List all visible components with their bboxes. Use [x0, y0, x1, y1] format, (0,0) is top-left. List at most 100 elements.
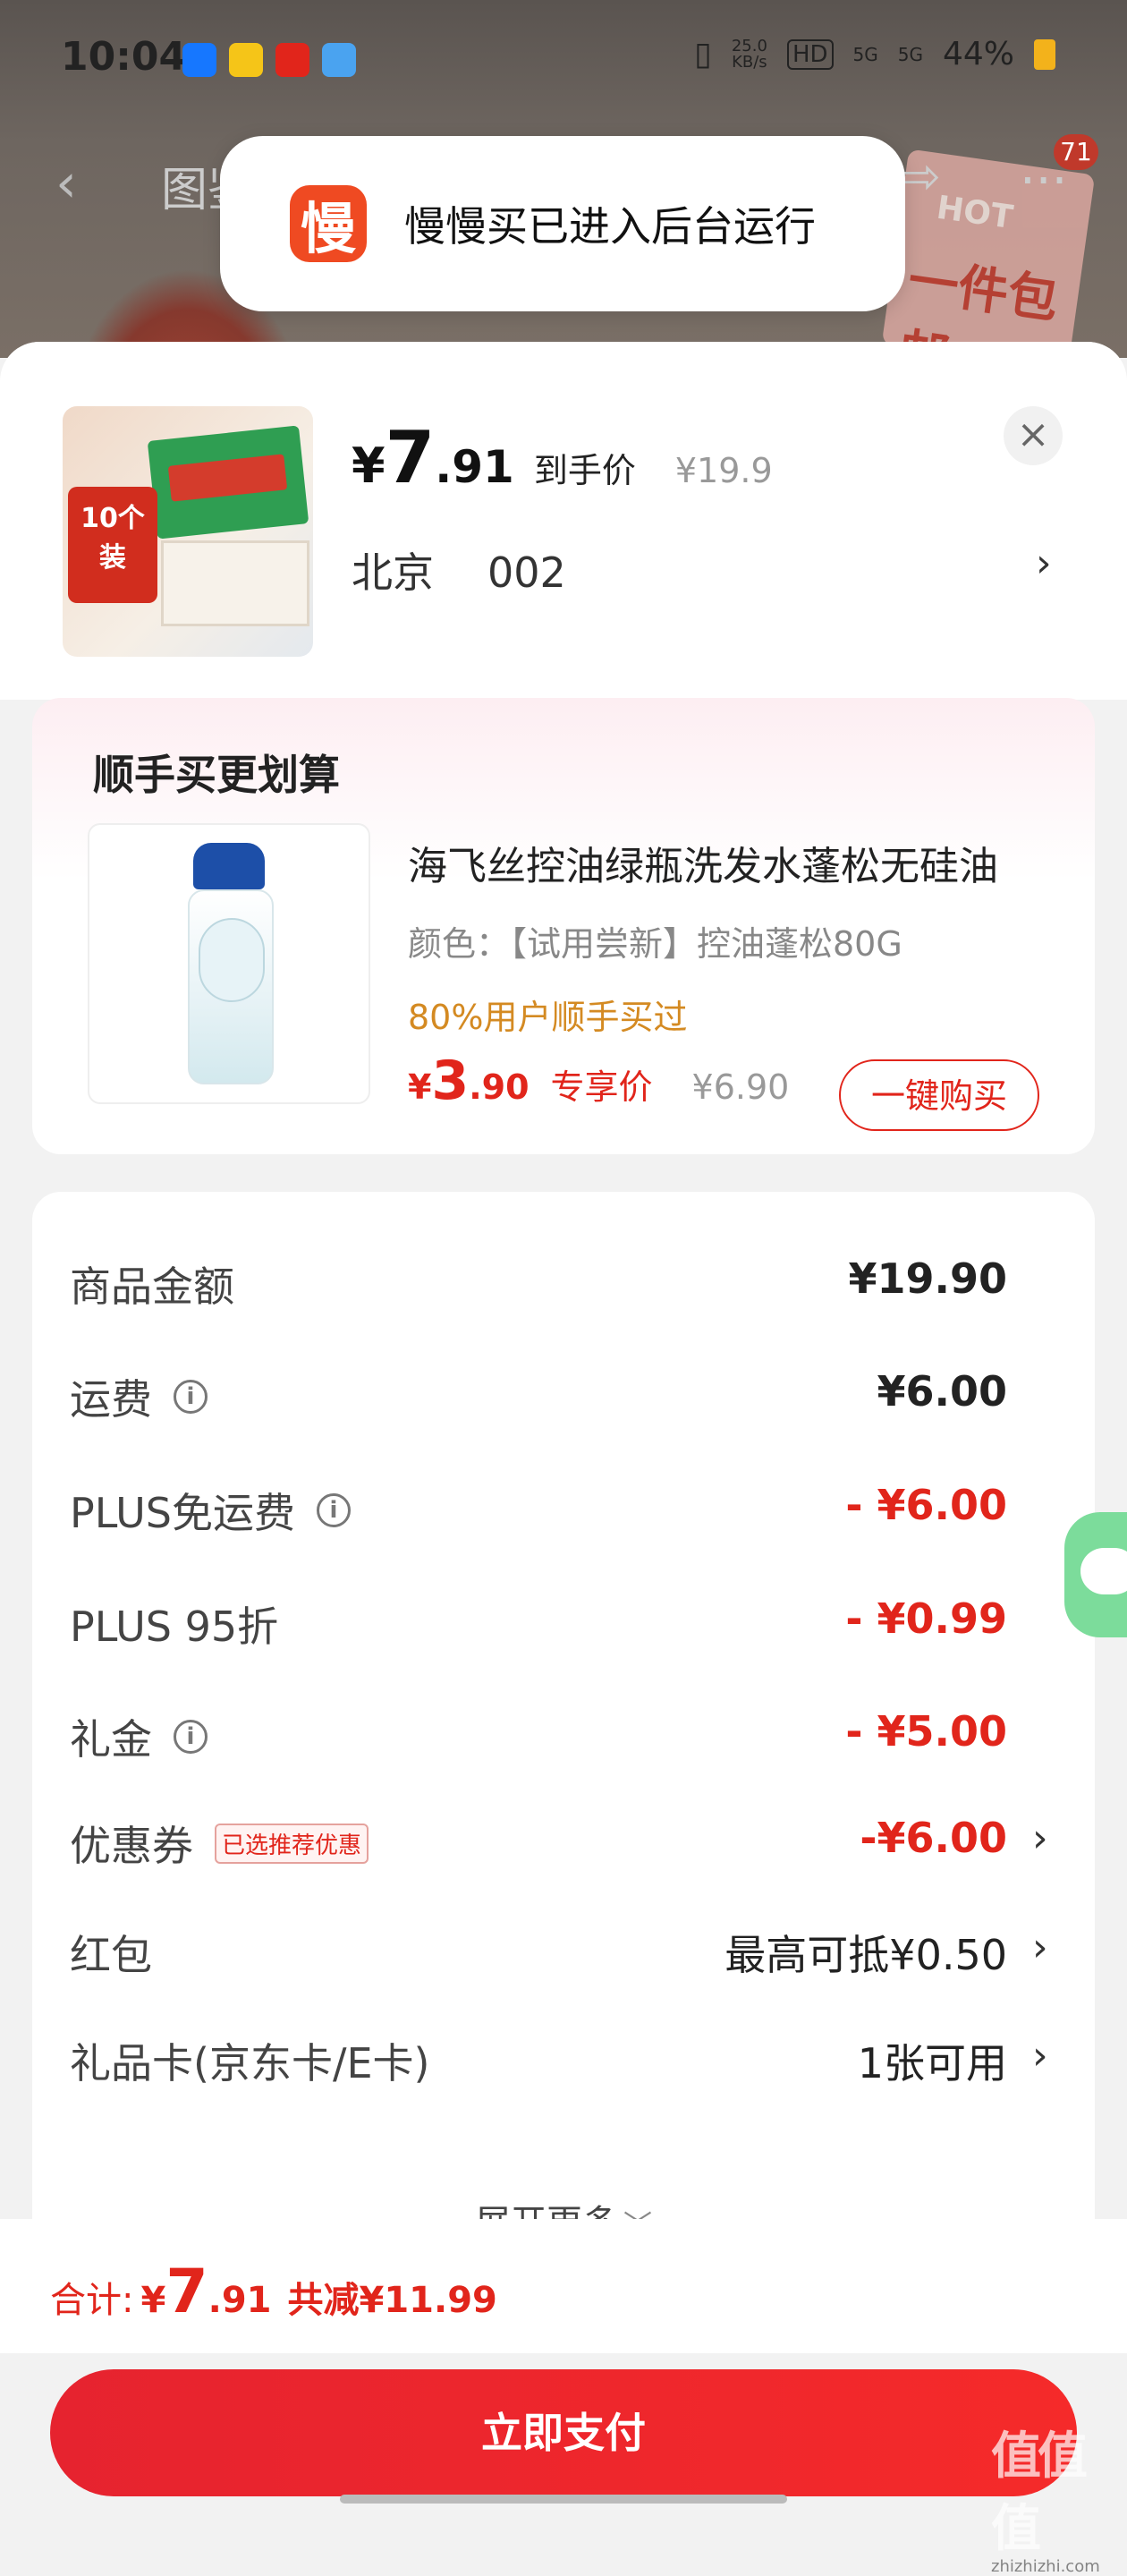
price-decimal: .91 — [435, 441, 514, 493]
total-saved: 共减¥11.99 — [287, 2280, 497, 2321]
cost-row-label-text: PLUS 95折 — [70, 1603, 279, 1651]
address-city: 北京 — [352, 548, 434, 597]
total-label: 合计: — [50, 2280, 134, 2321]
cost-row-label: 优惠券 已选推荐优惠 — [70, 1814, 369, 1873]
cost-row-value: ¥19.90 — [848, 1254, 1007, 1303]
price-decimal: .90 — [469, 1067, 530, 1107]
cost-breakdown-card: 商品金额 ¥19.90 运费 i ¥6.00 PLUS免运费 i - ¥6.00 PLUS 95… — [32, 1192, 1095, 2248]
manmanmai-app-icon: 慢 — [290, 185, 367, 262]
vibrate-icon: ▯ — [694, 36, 712, 72]
original-price: ¥6.90 — [691, 1067, 790, 1107]
cost-row-label: PLUS免运费 i — [70, 1481, 351, 1540]
price-symbol: ¥ — [352, 438, 386, 494]
cost-row-value: ¥6.00 — [877, 1367, 1007, 1416]
cost-row-label-text: 红包 — [70, 1931, 152, 1979]
delivery-address[interactable]: 北京 002 — [352, 540, 566, 599]
toast-text: 慢慢买已进入后台运行 — [404, 202, 816, 251]
info-icon[interactable]: i — [174, 1380, 208, 1414]
chevron-right-icon[interactable]: › — [1032, 1815, 1048, 1861]
hot-badge-big-text: 一件包邮 — [894, 251, 1062, 358]
cross-sell-social-proof: 80%用户顺手买过 — [408, 998, 688, 1037]
shampoo-image[interactable] — [88, 823, 370, 1104]
status-time: 10:04 — [61, 34, 187, 80]
cost-row: PLUS 95折 - ¥0.99 — [32, 1578, 1095, 1659]
cost-row: 礼金 i - ¥5.00 — [32, 1691, 1095, 1772]
chevron-right-icon[interactable]: › — [1036, 540, 1052, 586]
cost-row-label: 礼品卡(京东卡/E卡) — [70, 2031, 429, 2090]
home-indicator — [340, 2495, 787, 2504]
total-decimal: .91 — [208, 2280, 272, 2321]
price-label: 专享价 — [550, 1067, 653, 1107]
hd-icon: HD — [786, 38, 834, 70]
final-price: ¥ 7 .91 到手价 ¥19.9 — [352, 416, 773, 499]
cost-row-label-text: 礼品卡(京东卡/E卡) — [70, 2039, 430, 2087]
total-integer: 7 — [165, 2257, 208, 2327]
cost-row-value: 1张可用 — [857, 2039, 1007, 2087]
status-indicators: ▯ 25.0 KB/s HD 5G 5G 44% — [694, 36, 1055, 72]
cost-row-label: PLUS 95折 — [70, 1594, 278, 1654]
total-amount: 合计: ¥ 7 .91 共减¥11.99 — [50, 2262, 497, 2323]
info-icon[interactable]: i — [174, 1720, 208, 1754]
chevron-right-icon[interactable]: › — [1032, 2033, 1048, 2079]
price-label: 到手价 — [533, 451, 636, 490]
signal-2-icon: 5G — [897, 43, 923, 65]
pay-now-button[interactable]: 立即支付 — [50, 2369, 1077, 2496]
address-district: 002 — [487, 548, 566, 597]
cost-row-value: - ¥0.99 — [845, 1594, 1007, 1643]
cost-row-label: 红包 — [70, 1923, 152, 1982]
cost-row-value: - ¥5.00 — [845, 1707, 1007, 1756]
price-integer: 3 — [431, 1050, 470, 1112]
sheet-header: 10个装 ¥ 7 .91 到手价 ¥19.9 × 北京 002 › — [0, 342, 1127, 700]
cost-row[interactable]: 优惠券 已选推荐优惠 -¥6.00 › — [32, 1798, 1095, 1878]
close-icon[interactable]: × — [1004, 406, 1063, 465]
cross-sell-card: 顺手买更划算 海飞丝控油绿瓶洗发水蓬松无硅油 颜色：【试用尝新】控油蓬松80G … — [32, 698, 1095, 1154]
original-price: ¥19.9 — [674, 451, 773, 490]
checkout-sheet: 10个装 ¥ 7 .91 到手价 ¥19.9 × 北京 002 › 顺手买更划算 … — [0, 342, 1127, 2505]
cost-row-label-text: 运费 — [70, 1375, 152, 1424]
cross-sell-product-name[interactable]: 海飞丝控油绿瓶洗发水蓬松无硅油 — [408, 834, 1052, 891]
recommended-coupon-badge: 已选推荐优惠 — [215, 1823, 369, 1864]
cost-row: 运费 i ¥6.00 — [32, 1351, 1095, 1432]
price-symbol: ¥ — [408, 1067, 432, 1107]
network-speed: 25.0 KB/s — [731, 36, 767, 72]
battery-icon — [1034, 38, 1055, 70]
chevron-right-icon[interactable]: › — [1032, 1925, 1048, 1970]
chat-float-button[interactable] — [1064, 1512, 1127, 1637]
cost-row[interactable]: 礼品卡(京东卡/E卡) 1张可用 › — [32, 2015, 1095, 2096]
cost-row-label-text: 礼金 — [70, 1715, 152, 1764]
cost-row-value: -¥6.00 — [860, 1814, 1007, 1862]
cart-count-badge: 71 — [1054, 134, 1098, 170]
cost-row-label-text: PLUS免运费 — [70, 1489, 295, 1537]
cost-row-label: 商品金额 — [70, 1254, 234, 1314]
product-count-tag: 10个装 — [68, 487, 157, 603]
info-icon[interactable]: i — [316, 1493, 351, 1527]
battery-percent: 44% — [942, 36, 1014, 72]
product-box — [147, 425, 309, 540]
cost-row-label-text: 商品金额 — [70, 1262, 234, 1311]
cost-row-label: 运费 i — [70, 1367, 208, 1426]
product-image: 10个装 — [63, 406, 313, 657]
signal-1-icon: 5G — [852, 43, 878, 65]
cost-row-label: 礼金 i — [70, 1707, 208, 1766]
cost-row: PLUS免运费 i - ¥6.00 — [32, 1465, 1095, 1545]
cost-row-value: - ¥6.00 — [845, 1481, 1007, 1529]
watermark: 值值值 zhizhizhi.com — [991, 2427, 1100, 2576]
cloud-icon — [322, 43, 356, 77]
status-bar: 10:04 ▯ 25.0 KB/s HD 5G 5G 44% — [0, 0, 1127, 116]
cost-row-label-text: 优惠券 — [70, 1822, 193, 1870]
jd-icon — [275, 43, 309, 77]
shampoo-bottle — [188, 843, 274, 1084]
cost-row-value: 最高可抵¥0.50 — [724, 1931, 1007, 1979]
share-icon[interactable]: ⇨ — [899, 148, 941, 206]
chat-icon — [1080, 1548, 1127, 1594]
back-icon[interactable]: ‹ — [55, 152, 77, 215]
total-bar: 合计: ¥ 7 .91 共减¥11.99 — [0, 2219, 1127, 2353]
background-run-toast: 慢 慢慢买已进入后台运行 — [220, 136, 905, 311]
cross-sell-title: 顺手买更划算 — [93, 751, 340, 799]
cross-sell-price: ¥ 3 .90 专享价 ¥6.90 — [408, 1054, 789, 1109]
hot-badge-label: HOT — [934, 189, 1015, 237]
one-click-buy-button[interactable]: 一键购买 — [839, 1059, 1039, 1131]
price-integer: 7 — [385, 416, 436, 499]
cost-row[interactable]: 红包 最高可抵¥0.50 › — [32, 1907, 1095, 1987]
product-pack — [161, 540, 309, 626]
